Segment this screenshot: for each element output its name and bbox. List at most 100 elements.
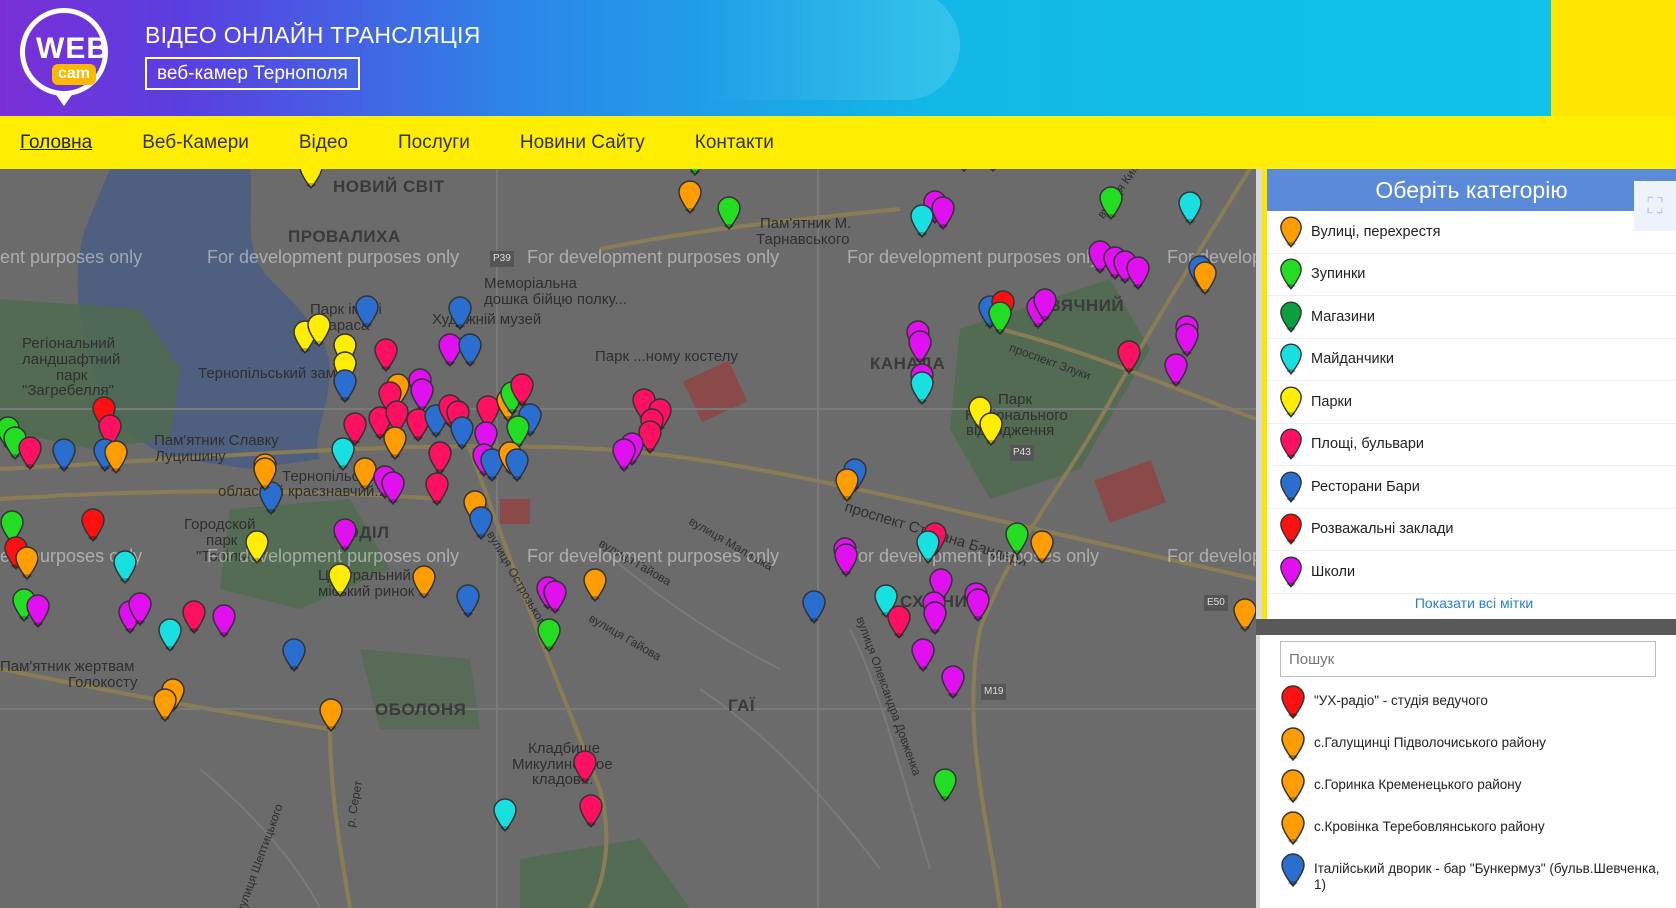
site-logo[interactable]: WEB cam bbox=[16, 6, 112, 106]
map-marker-icon[interactable] bbox=[1125, 256, 1151, 290]
map-marker-icon[interactable] bbox=[611, 438, 637, 472]
map-marker-icon[interactable] bbox=[382, 426, 408, 460]
map-marker-icon[interactable] bbox=[157, 618, 183, 652]
map-marker-icon[interactable] bbox=[51, 438, 77, 472]
camera-list-item[interactable]: "УХ-радіо" - студія ведучого bbox=[1280, 685, 1660, 720]
map-marker-icon[interactable] bbox=[252, 457, 278, 491]
show-all-markers-link[interactable]: Показати всі мітки bbox=[1267, 595, 1676, 611]
nav-item-contacts[interactable]: Контакти bbox=[695, 132, 774, 154]
category-item[interactable]: Вулиці, перехрестя bbox=[1267, 211, 1676, 254]
map-marker-icon[interactable] bbox=[716, 196, 742, 230]
nav-item-services[interactable]: Послуги bbox=[398, 132, 470, 154]
map-marker-icon[interactable] bbox=[112, 550, 138, 584]
map-marker-icon[interactable] bbox=[909, 371, 935, 405]
map-marker-icon[interactable] bbox=[915, 530, 941, 564]
map-marker-icon[interactable] bbox=[582, 568, 608, 602]
map-marker-icon[interactable] bbox=[181, 600, 207, 634]
map-marker-icon[interactable] bbox=[801, 590, 827, 624]
category-item[interactable]: Розважальні заклади bbox=[1267, 509, 1676, 551]
map-marker-icon[interactable] bbox=[306, 313, 332, 347]
map-marker-icon[interactable] bbox=[492, 798, 518, 832]
category-item[interactable]: Парки bbox=[1267, 381, 1676, 424]
map-marker-icon[interactable] bbox=[298, 169, 324, 189]
map-marker-icon[interactable] bbox=[504, 448, 530, 482]
map-marker-icon[interactable] bbox=[103, 440, 129, 474]
map-marker-icon[interactable] bbox=[980, 169, 1006, 172]
category-item[interactable]: Зупинки bbox=[1267, 254, 1676, 296]
map-marker-icon[interactable] bbox=[411, 565, 437, 599]
map-marker-icon[interactable] bbox=[978, 412, 1004, 446]
category-item[interactable]: Майданчики bbox=[1267, 339, 1676, 381]
map-marker-icon[interactable] bbox=[457, 333, 483, 367]
map-marker-icon[interactable] bbox=[909, 204, 935, 238]
map-marker-icon[interactable] bbox=[14, 546, 40, 580]
map-marker-icon[interactable] bbox=[332, 369, 358, 403]
map-marker-icon[interactable] bbox=[427, 441, 453, 475]
map-marker-icon[interactable] bbox=[951, 169, 977, 172]
camera-list-item[interactable]: с.Кровінка Теребовлянського району bbox=[1280, 811, 1660, 846]
map-marker-icon[interactable] bbox=[1177, 191, 1203, 225]
map-marker-icon[interactable] bbox=[1029, 530, 1055, 564]
camera-list-item[interactable]: Італійський дворик - бар "Бункермуз" (бу… bbox=[1280, 853, 1660, 893]
map-marker-icon[interactable] bbox=[80, 508, 106, 542]
map-marker-icon[interactable] bbox=[834, 468, 860, 502]
map-marker-icon[interactable] bbox=[281, 638, 307, 672]
map-marker-icon[interactable] bbox=[211, 604, 237, 638]
map-marker-icon[interactable] bbox=[578, 794, 604, 828]
category-item[interactable]: Площі, бульвари bbox=[1267, 424, 1676, 466]
map-marker-icon[interactable] bbox=[468, 506, 494, 540]
map-marker-icon[interactable] bbox=[907, 330, 933, 364]
map-marker-icon[interactable] bbox=[542, 580, 568, 614]
map-marker-icon[interactable] bbox=[1032, 288, 1058, 322]
category-item[interactable]: Ресторани Бари bbox=[1267, 466, 1676, 509]
map-marker-icon[interactable] bbox=[940, 665, 966, 699]
map-marker-icon[interactable] bbox=[354, 295, 380, 329]
map-marker-icon[interactable] bbox=[682, 169, 708, 176]
search-input[interactable] bbox=[1280, 641, 1656, 677]
map-marker-icon[interactable] bbox=[244, 530, 270, 564]
map-marker-icon[interactable] bbox=[1163, 353, 1189, 387]
map-marker-icon[interactable] bbox=[932, 768, 958, 802]
map-marker-icon[interactable] bbox=[677, 180, 703, 214]
map-marker-icon[interactable] bbox=[509, 373, 535, 407]
map-marker-icon[interactable] bbox=[536, 618, 562, 652]
map-marker-icon[interactable] bbox=[987, 301, 1013, 335]
category-item[interactable]: Магазини bbox=[1267, 296, 1676, 339]
nav-item-news[interactable]: Новини Сайту bbox=[520, 132, 645, 154]
camera-list-item[interactable]: с.Горинка Кременецького району bbox=[1280, 769, 1660, 804]
map-marker-icon[interactable] bbox=[922, 601, 948, 635]
camera-list-item[interactable]: с.Галущинці Підволочиського району bbox=[1280, 727, 1660, 762]
map-pin-icon bbox=[1279, 513, 1303, 546]
fullscreen-icon[interactable]: ⛶ bbox=[1634, 181, 1676, 231]
nav-item-home[interactable]: Головна bbox=[20, 132, 92, 154]
map-marker-icon[interactable] bbox=[572, 750, 598, 784]
map-marker-icon[interactable] bbox=[910, 638, 936, 672]
map-marker-icon[interactable] bbox=[332, 518, 358, 552]
map-marker-icon[interactable] bbox=[455, 584, 481, 618]
map-canvas[interactable]: НОВИЙ СВІТ ПРОВАЛИХА КАНАДА ЗЯЧНИЙ ПОДІЛ… bbox=[0, 169, 1256, 908]
map-marker-icon[interactable] bbox=[833, 543, 859, 577]
map-marker-icon[interactable] bbox=[17, 436, 43, 470]
map-marker-icon[interactable] bbox=[318, 698, 344, 732]
map-marker-icon[interactable] bbox=[447, 296, 473, 330]
category-label: Магазини bbox=[1311, 308, 1376, 325]
map-marker-icon[interactable] bbox=[1116, 340, 1142, 374]
map-marker-icon[interactable] bbox=[25, 594, 51, 628]
map-marker-icon[interactable] bbox=[380, 471, 406, 505]
map-pin-icon bbox=[1280, 811, 1306, 846]
map-marker-icon[interactable] bbox=[1192, 261, 1218, 295]
nav-item-webcams[interactable]: Веб-Камери bbox=[142, 132, 249, 154]
map-marker-icon[interactable] bbox=[373, 338, 399, 372]
map-marker-icon[interactable] bbox=[152, 688, 178, 722]
map-marker-icon[interactable] bbox=[127, 592, 153, 626]
map-marker-icon[interactable] bbox=[1004, 522, 1030, 556]
map-marker-icon[interactable] bbox=[886, 605, 912, 639]
map-marker-icon[interactable] bbox=[327, 563, 353, 597]
nav-item-video[interactable]: Відео bbox=[299, 132, 348, 154]
map-marker-icon[interactable] bbox=[424, 472, 450, 506]
map-marker-icon[interactable] bbox=[1098, 186, 1124, 220]
map-marker-icon[interactable] bbox=[1174, 323, 1200, 357]
category-item[interactable]: Школи bbox=[1267, 551, 1676, 594]
map-marker-icon[interactable] bbox=[965, 588, 991, 622]
map-marker-icon[interactable] bbox=[1232, 598, 1256, 632]
